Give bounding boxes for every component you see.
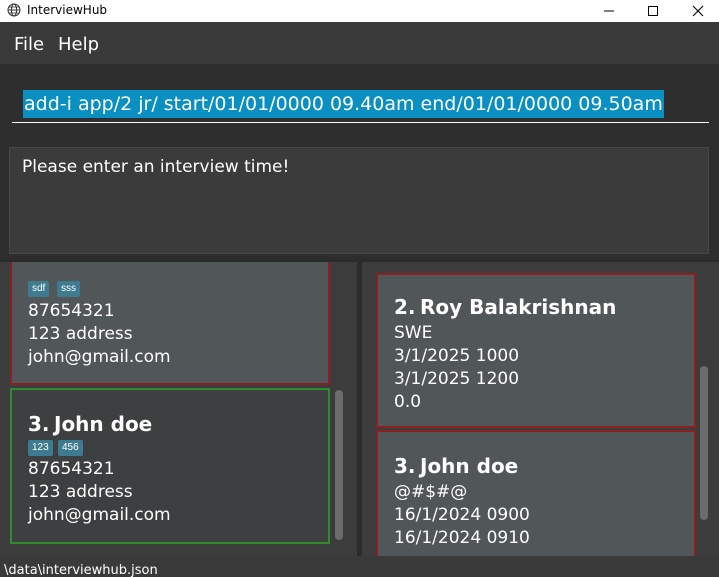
applicant-card[interactable]: 3. John doe 123 456 87654321 123 address…: [10, 388, 330, 544]
minimize-button[interactable]: [586, 0, 632, 22]
applicant-email: john@gmail.com: [28, 505, 171, 525]
interview-end: 3/1/2025 1200: [394, 369, 520, 389]
scrollbar-thumb[interactable]: [700, 366, 708, 520]
interview-index: 3.: [394, 454, 416, 478]
applicant-address: 123 address: [28, 482, 133, 502]
tag: sss: [57, 281, 80, 297]
command-input[interactable]: add-i app/2 jr/ start/01/01/0000 09.40am…: [12, 88, 709, 123]
interview-list-panel: 2. Roy Balakrishnan SWE 3/1/2025 1000 3/…: [362, 262, 719, 556]
maximize-icon: [648, 6, 658, 16]
tag: 456: [58, 440, 83, 456]
tag: 123: [28, 440, 53, 456]
applicant-address: 123 address: [28, 324, 133, 344]
applicant-phone: 87654321: [28, 301, 115, 321]
interview-scrollbar[interactable]: [699, 262, 709, 556]
applicant-card[interactable]: sdf sss 87654321 123 address john@gmail.…: [10, 262, 330, 385]
applicant-scrollbar[interactable]: [334, 262, 344, 556]
interview-card[interactable]: 3. John doe @#$#@ 16/1/2024 0900 16/1/20…: [376, 430, 696, 556]
command-area: add-i app/2 jr/ start/01/01/0000 09.40am…: [0, 64, 719, 142]
interview-name: Roy Balakrishnan: [420, 295, 617, 319]
window-title: InterviewHub: [27, 3, 108, 17]
menu-bar: File Help: [0, 22, 719, 64]
interview-card[interactable]: 2. Roy Balakrishnan SWE 3/1/2025 1000 3/…: [376, 273, 696, 428]
menu-help[interactable]: Help: [58, 34, 99, 55]
result-message: Please enter an interview time!: [22, 157, 290, 177]
result-display[interactable]: Please enter an interview time!: [9, 147, 709, 254]
close-button[interactable]: [675, 0, 719, 22]
tag: sdf: [28, 281, 50, 297]
minimize-icon: [604, 10, 614, 12]
close-icon: [692, 5, 704, 17]
scrollbar-thumb[interactable]: [335, 390, 343, 540]
interview-start: 16/1/2024 0900: [394, 505, 530, 525]
applicant-email: john@gmail.com: [28, 347, 171, 367]
status-file-path: \data\interviewhub.json: [4, 563, 158, 577]
applicant-list-panel: sdf sss 87654321 123 address john@gmail.…: [0, 262, 357, 556]
interview-role: @#$#@: [394, 482, 468, 502]
interview-role: SWE: [394, 323, 433, 343]
globe-icon: [7, 3, 21, 17]
interview-name: John doe: [420, 454, 519, 478]
status-bar: \data\interviewhub.json: [0, 556, 719, 577]
applicant-index: 3.: [28, 412, 50, 436]
interview-index: 2.: [394, 295, 416, 319]
menu-file[interactable]: File: [14, 34, 44, 55]
command-text[interactable]: add-i app/2 jr/ start/01/01/0000 09.40am…: [23, 90, 664, 118]
maximize-button[interactable]: [630, 0, 676, 22]
interview-start: 3/1/2025 1000: [394, 346, 520, 366]
interview-rating: 0.0: [394, 392, 422, 412]
interview-end: 16/1/2024 0910: [394, 528, 530, 548]
applicant-name: John doe: [54, 412, 153, 436]
title-bar: InterviewHub: [0, 0, 719, 22]
app-window: InterviewHub File Help add-i app/2 jr/ s…: [0, 0, 719, 577]
applicant-phone: 87654321: [28, 459, 115, 479]
